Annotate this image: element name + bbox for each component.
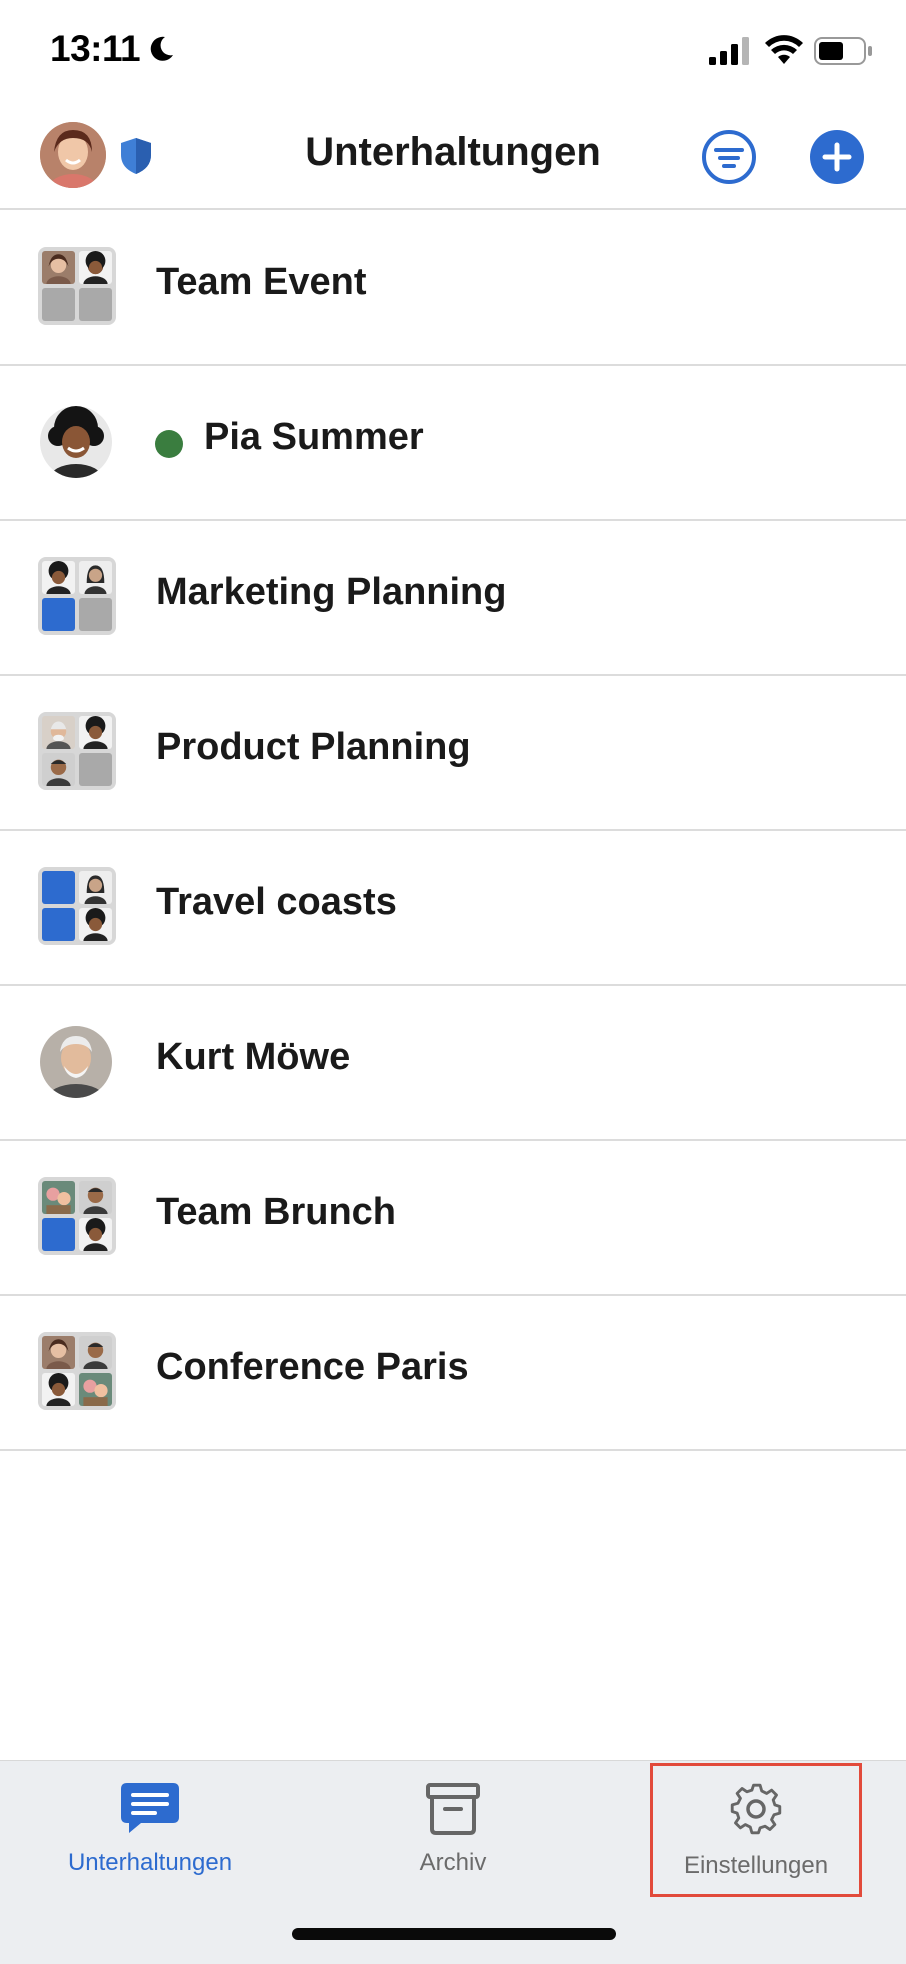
placeholder-slot [42, 1218, 75, 1251]
list-item[interactable]: Kurt Möwe [0, 986, 906, 1141]
group-avatar [38, 712, 116, 790]
member-photo [79, 1336, 112, 1369]
tab-label: Unterhaltungen [67, 1849, 233, 1876]
empty-slot [79, 598, 112, 631]
member-photo [42, 753, 75, 786]
group-avatar [38, 1332, 116, 1410]
member-photo [79, 1181, 112, 1214]
conversation-name: Conference Paris [156, 1346, 469, 1388]
list-item[interactable]: Team Event [0, 211, 906, 366]
battery-icon [814, 37, 872, 65]
group-avatar [38, 867, 116, 945]
member-photo [79, 871, 112, 904]
list-item[interactable]: Team Brunch [0, 1141, 906, 1296]
group-avatar [38, 1177, 116, 1255]
moon-icon [150, 36, 173, 61]
member-photo [42, 716, 75, 749]
group-avatar [38, 247, 116, 325]
member-photo [42, 1373, 75, 1406]
member-photo [79, 1218, 112, 1251]
list-item[interactable]: Travel coasts [0, 831, 906, 986]
conversation-name: Team Brunch [156, 1191, 397, 1233]
member-photo [42, 1181, 75, 1214]
empty-slot [42, 288, 75, 321]
placeholder-slot [42, 598, 75, 631]
status-bar: 13:11 [0, 0, 906, 100]
member-photo [79, 251, 112, 284]
member-photo [79, 716, 112, 749]
empty-slot [79, 753, 112, 786]
tab-einstellungen[interactable]: Einstellungen [650, 1763, 862, 1897]
member-photo [79, 1373, 112, 1406]
member-photo [42, 1336, 75, 1369]
filter-icon[interactable] [700, 128, 758, 186]
tab-unterhaltungen[interactable]: Unterhaltungen [40, 1761, 260, 1891]
status-time: 13:11 [50, 28, 141, 69]
conversation-name: Product Planning [156, 726, 471, 768]
list-item[interactable]: Pia Summer [0, 366, 906, 521]
wifi-icon [765, 35, 803, 64]
list-item[interactable]: Product Planning [0, 676, 906, 831]
online-status-dot [155, 430, 183, 458]
signal-icon [709, 37, 749, 65]
member-photo [42, 251, 75, 284]
member-photo [42, 561, 75, 594]
conversation-list: Team Event Pia Summer Marketing Planning… [0, 211, 906, 1451]
conversation-name: Team Event [156, 261, 367, 303]
placeholder-slot [42, 871, 75, 904]
conversation-name: Travel coasts [156, 881, 397, 923]
gear-icon [730, 1783, 782, 1835]
plus-icon[interactable] [808, 128, 866, 186]
tab-label: Einstellungen [683, 1852, 829, 1879]
conversation-name: Marketing Planning [156, 571, 507, 613]
member-photo [79, 561, 112, 594]
contact-avatar [40, 406, 112, 478]
home-indicator[interactable] [292, 1928, 616, 1940]
conversation-name: Pia Summer [204, 416, 424, 458]
member-photo [79, 908, 112, 941]
chat-icon [121, 1783, 179, 1833]
list-item[interactable]: Conference Paris [0, 1296, 906, 1451]
contact-avatar [40, 1026, 112, 1098]
page-title: Unterhaltungen [305, 130, 601, 174]
header: Unterhaltungen [0, 110, 906, 210]
empty-slot [79, 288, 112, 321]
group-avatar [38, 557, 116, 635]
placeholder-slot [42, 908, 75, 941]
conversation-name: Kurt Möwe [156, 1036, 351, 1078]
archive-box-icon [426, 1783, 480, 1835]
tab-archiv[interactable]: Archiv [343, 1761, 563, 1891]
tab-label: Archiv [419, 1849, 487, 1876]
list-item[interactable]: Marketing Planning [0, 521, 906, 676]
